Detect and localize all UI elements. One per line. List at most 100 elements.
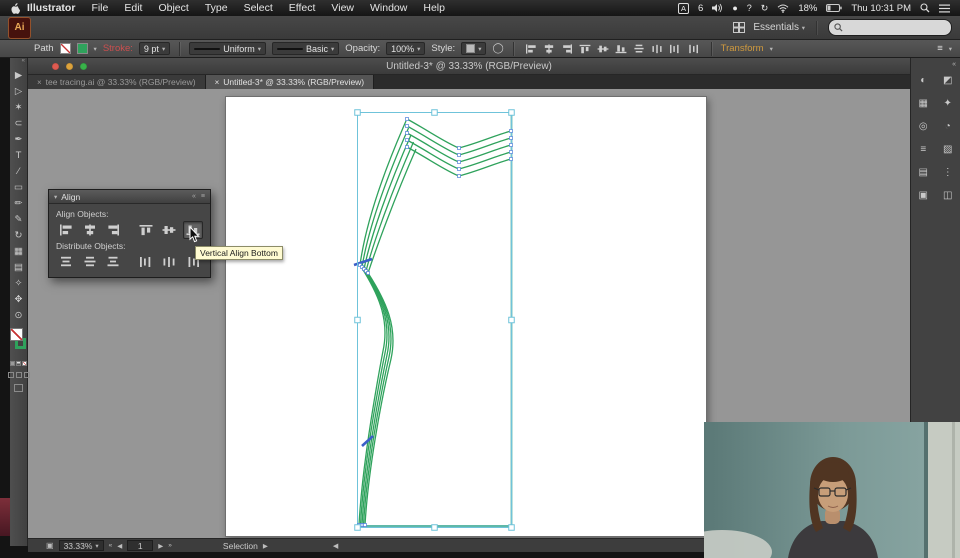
rotate-tool[interactable]: ↻	[10, 227, 28, 243]
color-guide-panel[interactable]: ◔	[940, 119, 956, 134]
color-panel[interactable]: ◐	[915, 73, 931, 88]
line-segment-tool[interactable]: ∕	[10, 163, 28, 179]
horizontal-distribute-left-button[interactable]	[136, 253, 157, 271]
collapse-icon[interactable]: ▾	[54, 193, 57, 201]
pen-tool[interactable]: ✒	[10, 131, 28, 147]
rectangle-tool[interactable]: ▭	[10, 179, 28, 195]
menu-item-select[interactable]: Select	[236, 2, 281, 14]
swatches-panel[interactable]: ▦	[915, 96, 931, 111]
vertical-distribute-bottom-button[interactable]	[103, 253, 124, 271]
selection-tool[interactable]: ▶	[10, 67, 28, 83]
notification-center-icon[interactable]	[939, 4, 950, 13]
tab-tee-tracing[interactable]: × tee tracing.ai @ 33.33% (RGB/Preview)	[28, 75, 206, 89]
cb-horizontal-align-center-button[interactable]	[541, 42, 558, 56]
graphic-styles-panel[interactable]: ✦	[940, 96, 956, 111]
dock-collapse-icon[interactable]: «	[911, 58, 960, 71]
transform-link[interactable]: Transform	[721, 43, 764, 54]
double-chevron-icon[interactable]: «	[192, 193, 196, 200]
width-profile-dropdown[interactable]: Uniform ▾	[189, 42, 266, 55]
battery-icon[interactable]	[826, 4, 843, 12]
stroke-panel[interactable]: ≡	[915, 142, 931, 157]
double-chevron-icon[interactable]: «	[22, 58, 27, 67]
help-menu-icon[interactable]: ?	[747, 3, 752, 13]
horizontal-align-left-button[interactable]	[56, 221, 77, 239]
direct-selection-tool[interactable]: ▷	[10, 83, 28, 99]
cb-horizontal-distribute-left-button[interactable]	[667, 42, 684, 56]
stroke-color-swatch[interactable]	[76, 43, 88, 54]
transparency-panel[interactable]: ▨	[940, 142, 956, 157]
style-dropdown[interactable]: ▾	[461, 42, 487, 55]
none-button[interactable]	[22, 361, 27, 366]
artboards-panel[interactable]: ▣	[915, 188, 931, 203]
menu-item-view[interactable]: View	[323, 2, 362, 14]
menu-item-illustrator[interactable]: Illustrator	[21, 2, 83, 14]
chevron-down-icon[interactable]: ▾	[94, 45, 97, 53]
last-artboard-button[interactable]: »	[168, 542, 172, 549]
horizontal-align-center-button[interactable]	[80, 221, 101, 239]
volume-icon[interactable]	[712, 3, 723, 13]
pathfinder-panel[interactable]: ◫	[940, 188, 956, 203]
magic-wand-tool[interactable]: ✶	[10, 99, 28, 115]
recolor-artwork-icon[interactable]: ◯	[492, 43, 503, 54]
cb-vertical-align-bottom-button[interactable]	[613, 42, 630, 56]
artwork-canvas[interactable]	[226, 97, 706, 536]
next-artboard-button[interactable]: ▶	[158, 542, 163, 550]
draw-behind-button[interactable]	[15, 372, 22, 378]
panel-menu-icon[interactable]: ≡	[201, 193, 205, 200]
screen-mode-button[interactable]	[14, 384, 23, 392]
cb-vertical-distribute-center-button[interactable]	[631, 42, 648, 56]
eyedropper-tool[interactable]: ✧	[10, 275, 28, 291]
layers-panel[interactable]: ▤	[915, 165, 931, 180]
menu-item-edit[interactable]: Edit	[116, 2, 150, 14]
workspace-switcher[interactable]: Essentials ▾	[753, 22, 805, 33]
fill-stroke-indicator[interactable]	[9, 328, 28, 355]
menu-item-object[interactable]: Object	[150, 2, 196, 14]
draw-normal-button[interactable]	[7, 372, 14, 378]
vertical-distribute-center-button[interactable]	[80, 253, 101, 271]
search-box[interactable]	[828, 19, 952, 36]
wifi-icon[interactable]	[777, 4, 789, 13]
align-panel-icon[interactable]: ⋮	[940, 165, 956, 180]
input-source-badge[interactable]: A	[678, 2, 690, 14]
cb-vertical-align-middle-button[interactable]	[595, 42, 612, 56]
close-window-button[interactable]	[52, 63, 59, 70]
search-input[interactable]	[847, 21, 939, 34]
document-titlebar[interactable]: Untitled-3* @ 33.33% (RGB/Preview)	[28, 58, 910, 75]
zoom-tool[interactable]: ⊙	[10, 307, 28, 323]
zoom-field[interactable]: 33.33% ▾	[58, 540, 104, 551]
gradient-button[interactable]	[16, 361, 21, 366]
gradient-tool[interactable]: ▤	[10, 259, 28, 275]
minimize-window-button[interactable]	[66, 63, 73, 70]
tab-untitled-3[interactable]: × Untitled-3* @ 33.33% (RGB/Preview)	[205, 75, 375, 89]
type-tool[interactable]: T	[10, 147, 28, 163]
zoom-window-button[interactable]	[80, 63, 87, 70]
scroll-left-arrow[interactable]: ◀	[333, 542, 338, 550]
workspace-layout-icon[interactable]	[733, 22, 746, 33]
menu-item-type[interactable]: Type	[197, 2, 236, 14]
prev-artboard-button[interactable]: ◀	[117, 542, 122, 550]
symbols-panel[interactable]: ◎	[915, 119, 931, 134]
first-artboard-button[interactable]: «	[109, 542, 113, 549]
apple-menu-icon[interactable]	[10, 2, 21, 15]
vertical-align-top-button[interactable]	[136, 221, 157, 239]
horizontal-align-right-button[interactable]	[103, 221, 124, 239]
sync-icon[interactable]: ↻	[761, 3, 769, 14]
cb-horizontal-align-left-button[interactable]	[523, 42, 540, 56]
fill-swatch[interactable]	[59, 43, 71, 54]
hand-tool[interactable]: ✥	[10, 291, 28, 307]
horizontal-distribute-center-button[interactable]	[159, 253, 180, 271]
menubar-clock[interactable]: Thu 10:31 PM	[851, 3, 911, 14]
opacity-field[interactable]: 100% ▾	[386, 42, 426, 55]
artboard[interactable]	[225, 96, 707, 537]
screen-record-icon[interactable]: ●	[732, 3, 737, 13]
artboard-nav-icon[interactable]: ▣	[46, 541, 54, 550]
spotlight-icon[interactable]	[920, 3, 930, 13]
status-flyout-icon[interactable]: ▶	[263, 542, 268, 550]
vertical-distribute-top-button[interactable]	[56, 253, 77, 271]
cb-horizontal-distribute-right-button[interactable]	[685, 42, 702, 56]
mesh-tool[interactable]: ▦	[10, 243, 28, 259]
pencil-tool[interactable]: ✎	[10, 211, 28, 227]
menu-item-window[interactable]: Window	[362, 2, 415, 14]
close-icon[interactable]: ×	[37, 78, 42, 87]
cb-vertical-align-top-button[interactable]	[577, 42, 594, 56]
